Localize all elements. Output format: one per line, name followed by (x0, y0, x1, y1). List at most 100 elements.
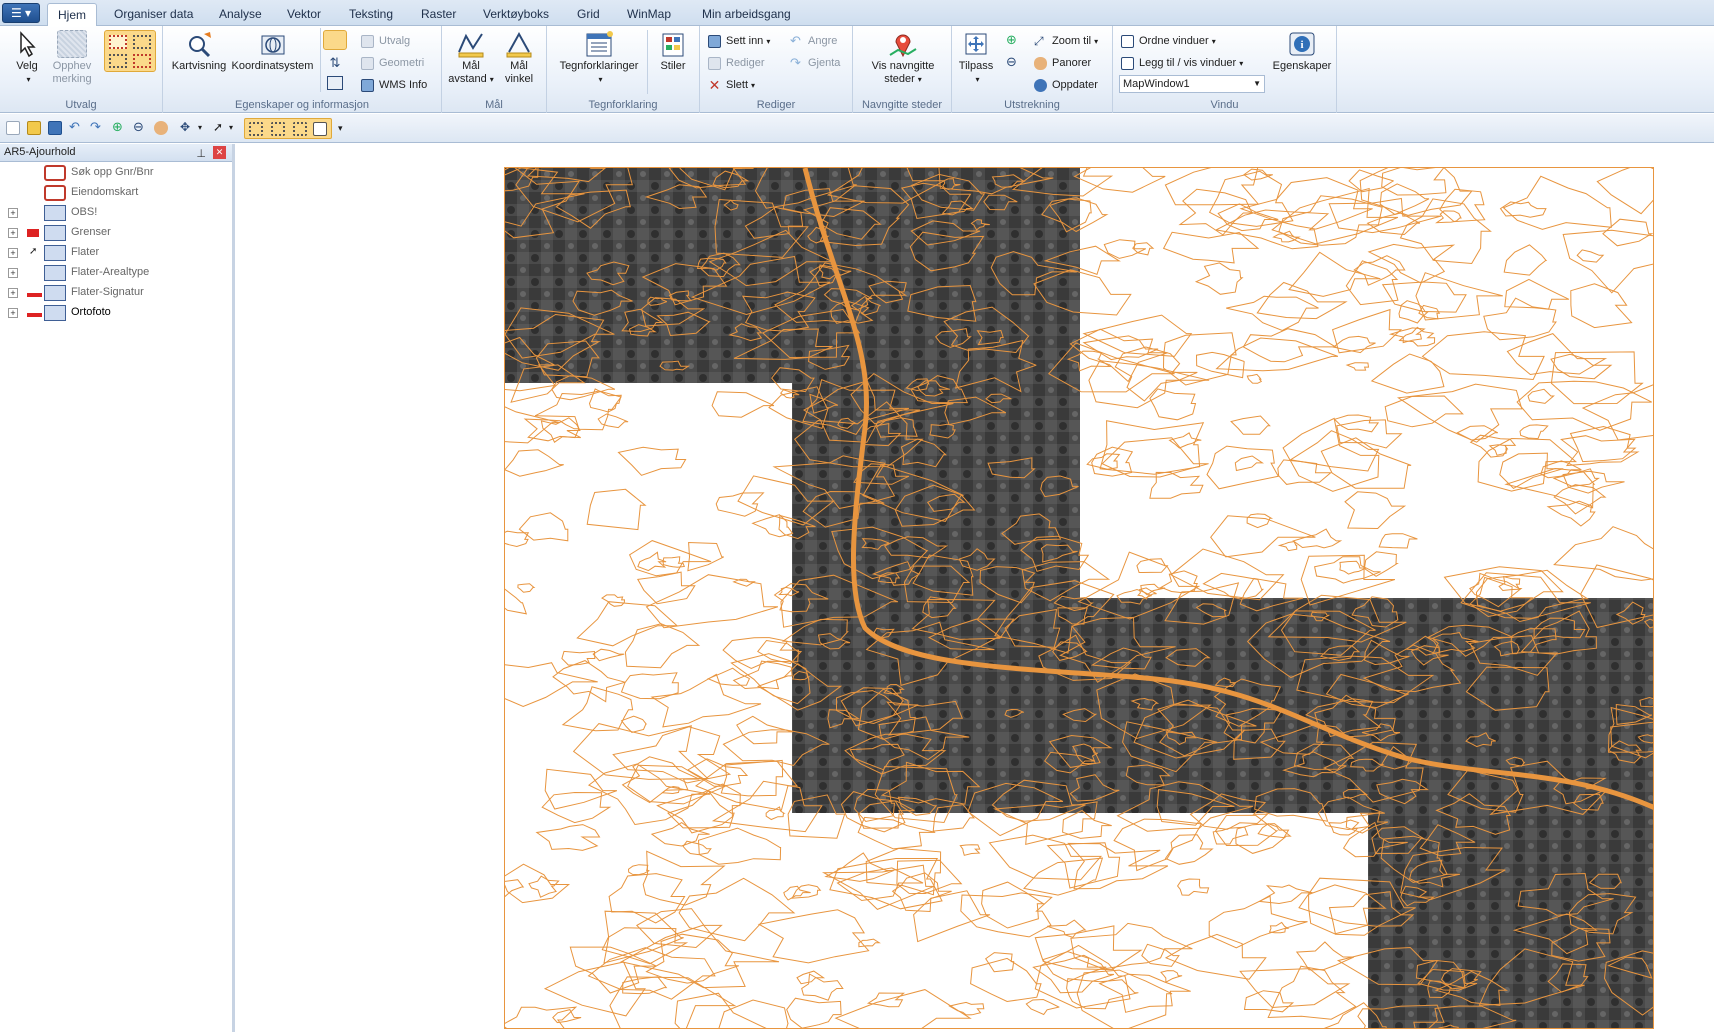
expand-icon[interactable]: + (8, 308, 18, 318)
zoom-til-button[interactable]: ⤢ Zoom til ▾ (1032, 32, 1098, 50)
contour-polygon (1516, 380, 1652, 431)
expand-icon[interactable]: + (8, 208, 18, 218)
contour-polygon (1333, 414, 1380, 433)
table-icon[interactable] (327, 76, 343, 90)
contour-polygon (1082, 314, 1193, 357)
geometri-button[interactable]: Geometri (359, 54, 424, 72)
identify-tool-icon[interactable] (323, 30, 347, 50)
expand-icon[interactable]: + (8, 268, 18, 278)
contour-polygon (1032, 954, 1115, 994)
layer-flater-signatur[interactable]: + Flater-Signatur (0, 283, 230, 303)
gjenta-button[interactable]: ↷ Gjenta (788, 54, 840, 72)
slett-button[interactable]: ✕ Slett ▾ (706, 76, 755, 94)
layer-eiendomskart[interactable]: Eiendomskart (0, 183, 230, 203)
kartvisning-button[interactable]: Kartvisning (169, 30, 229, 73)
tab-winmap[interactable]: WinMap (617, 3, 681, 26)
selection-mode-buttons[interactable] (104, 30, 156, 72)
close-icon[interactable]: ✕ (213, 146, 226, 159)
layer-flater[interactable]: + ➚ Flater (0, 243, 230, 263)
contour-polygon (1379, 183, 1430, 215)
layer-obs[interactable]: + OBS! (0, 203, 230, 223)
expand-icon[interactable]: + (8, 228, 18, 238)
mal-vinkel-button[interactable]: Mål vinkel (496, 30, 542, 86)
customize-toolbar-icon[interactable]: ▾ (338, 121, 352, 135)
opphev-merking-button[interactable]: Opphev merking (48, 30, 96, 86)
selection-tools-group[interactable] (244, 118, 332, 139)
polygon-select-icon[interactable] (271, 122, 285, 136)
mal-vinkel-label: Mål vinkel (504, 60, 534, 85)
zoom-out-icon[interactable]: ⊖ (1006, 54, 1022, 70)
contour-polygon (1546, 500, 1596, 527)
app-menu-button[interactable]: ☰ ▾ (2, 3, 40, 23)
zoom-in-icon[interactable]: ⊕ (1006, 32, 1022, 48)
tab-grid[interactable]: Grid (567, 3, 610, 26)
pin-icon[interactable]: ⊥ (196, 146, 206, 163)
oppdater-button[interactable]: Oppdater (1032, 76, 1098, 94)
tab-min-arbeidsgang[interactable]: Min arbeidsgang (692, 3, 801, 26)
rect-select-icon[interactable] (249, 122, 263, 136)
visibility-icon[interactable] (27, 313, 42, 317)
tab-vektor[interactable]: Vektor (277, 3, 331, 26)
window-select[interactable]: MapWindow1 ▼ (1119, 75, 1265, 93)
layer-sok-gnr-bnr[interactable]: Søk opp Gnr/Bnr (0, 163, 230, 183)
stiler-button[interactable]: Stiler (651, 30, 695, 73)
contour-polygon (624, 623, 701, 669)
visibility-icon[interactable] (27, 293, 42, 297)
rediger-button[interactable]: Rediger (706, 54, 765, 72)
chevron-down-icon[interactable]: ▾ (198, 121, 212, 135)
vis-navngitte-steder-button[interactable]: Vis navngitte steder ▾ (859, 30, 947, 86)
ordne-vinduer-button[interactable]: Ordne vinduer ▾ (1119, 32, 1216, 50)
redo-icon[interactable]: ↷ (90, 120, 104, 135)
contour-polygon (1367, 243, 1456, 284)
map-view[interactable] (238, 144, 1714, 1032)
select-arrow-icon[interactable]: ➚ (213, 121, 227, 135)
contour-polygon (796, 970, 826, 985)
new-file-icon[interactable] (6, 121, 20, 135)
map-canvas[interactable] (505, 168, 1654, 1029)
wms-info-label: WMS Info (379, 79, 428, 91)
undo-icon: ↶ (790, 33, 801, 48)
koordinatsystem-button[interactable]: Koordinatsystem (230, 30, 315, 73)
zoom-in-icon[interactable]: ⊕ (112, 120, 126, 135)
circle-select-icon[interactable] (293, 122, 307, 136)
utvalg-info-button[interactable]: Utvalg (359, 32, 410, 50)
zoom-out-icon[interactable]: ⊖ (133, 120, 147, 135)
tilpass-button[interactable]: Tilpass ▾ (955, 30, 997, 86)
visibility-icon[interactable] (27, 229, 39, 237)
tab-raster[interactable]: Raster (411, 3, 466, 26)
tab-hjem[interactable]: Hjem (47, 3, 98, 27)
velg-button[interactable]: Velg ▾ (8, 30, 46, 86)
sett-inn-button[interactable]: Sett inn ▾ (706, 32, 770, 50)
expand-icon[interactable]: + (8, 288, 18, 298)
save-icon[interactable] (48, 121, 62, 135)
legg-til-vinduer-button[interactable]: Legg til / vis vinduer ▾ (1119, 54, 1243, 72)
undo-icon[interactable]: ↶ (69, 120, 83, 135)
layer-flater-arealtype[interactable]: + Flater-Arealtype (0, 263, 230, 283)
panorer-button[interactable]: Panorer (1032, 54, 1091, 72)
tab-analyse[interactable]: Analyse (209, 3, 272, 26)
tab-verktoyboks[interactable]: Verktøyboks (473, 3, 559, 26)
mal-avstand-button[interactable]: Mål avstand ▾ (446, 30, 496, 86)
contour-polygon (1353, 255, 1406, 286)
angre-button[interactable]: ↶ Angre (788, 32, 837, 50)
tab-organiser-data[interactable]: Organiser data (104, 3, 203, 26)
tegnforklaringer-button[interactable]: Tegnforklaringer ▾ (553, 30, 645, 86)
expand-icon[interactable]: + (8, 248, 18, 258)
move-icon[interactable]: ✥ (180, 121, 194, 135)
swap-arrows-icon[interactable]: ⇅ (327, 55, 343, 71)
tab-teksting[interactable]: Teksting (339, 3, 403, 26)
open-folder-icon[interactable] (27, 121, 41, 135)
wms-info-button[interactable]: WMS Info (359, 76, 427, 94)
pan-hand-icon[interactable] (154, 121, 168, 135)
clear-selection-icon (57, 30, 87, 58)
chevron-down-icon[interactable]: ▾ (229, 121, 243, 135)
map-extent[interactable] (504, 167, 1654, 1029)
label-select-icon[interactable] (313, 122, 327, 136)
ribbon-tabbar: ☰ ▾ Hjem Organiser data Analyse Vektor T… (0, 0, 1714, 27)
layer-ortofoto[interactable]: + Ortofoto (0, 303, 230, 323)
sett-inn-label: Sett inn (726, 35, 764, 47)
contour-polygon (1208, 895, 1308, 949)
egenskaper-button[interactable]: i Egenskaper (1271, 30, 1333, 73)
contour-polygon (1344, 491, 1407, 530)
layer-grenser[interactable]: + Grenser (0, 223, 230, 243)
